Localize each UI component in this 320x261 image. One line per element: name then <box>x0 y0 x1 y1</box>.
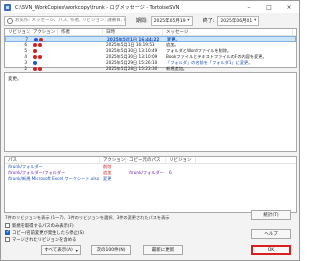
from-date-value: 2025年05月19 <box>153 18 186 24</box>
checkbox[interactable] <box>5 223 10 228</box>
maximize-button[interactable]: □ <box>259 1 279 13</box>
filter-toolbar: 期間: 2025年05月19 ▾ 終了: 2025年06月01 ▾ <box>4 15 297 26</box>
change-action-icon <box>33 43 37 47</box>
change-action-icon <box>33 49 37 53</box>
option-show-only-affected[interactable]: 新規を取得するパスのみ表示(F) <box>5 222 84 229</box>
col-copy-from[interactable]: コピー元のパス <box>126 157 166 163</box>
path-cell: /trunk/新規 Microsoft Excel ワークシート.xlsx <box>8 176 100 181</box>
option-stop-on-copy[interactable]: コピー/名前変更が発生したら停止(S) <box>5 229 84 236</box>
col-action[interactable]: アクション <box>30 29 58 35</box>
to-label: 終了: <box>202 18 215 24</box>
change-action-icon <box>39 38 43 41</box>
minimize-button[interactable]: – <box>239 1 259 13</box>
modify-action-icon <box>33 61 37 65</box>
window-controls: – □ × <box>239 1 299 13</box>
refresh-button[interactable]: 最新に更新 <box>143 245 183 255</box>
calendar-dropdown-icon: ▾ <box>187 18 190 23</box>
help-button[interactable]: ヘルプ <box>251 229 291 239</box>
copy-revision-cell <box>166 176 196 182</box>
message-pane[interactable]: 変更。 <box>4 72 297 152</box>
checkbox-checked[interactable] <box>5 229 10 235</box>
options-group: 新規を取得するパスのみ表示(F) コピー/名前変更が発生したら停止(S) マージ… <box>5 222 84 243</box>
changed-paths-list[interactable]: パス アクション コピー元のパス リビジョン /trunk/フォルダー 削除/tr… <box>4 156 297 213</box>
option-label: マージされたリビジョンを含める <box>12 237 77 243</box>
change-action-icon <box>38 67 42 71</box>
ok-button[interactable]: OK <box>251 245 291 255</box>
path-row[interactable]: /trunk/新規 Microsoft Excel ワークシート.xlsx 変更 <box>5 176 296 182</box>
col-revision[interactable]: リビジョン <box>5 29 30 35</box>
tortoisesvn-app-icon <box>4 3 11 11</box>
author-cell <box>59 37 104 41</box>
log-dialog: C:\SVN_WorkCopies\workcopy\trunk - ログメッセ… <box>0 0 300 261</box>
col-copy-revision[interactable]: リビジョン <box>166 157 196 163</box>
path-action-cell: 変更 <box>103 176 112 181</box>
to-date-value: 2025年06月01 <box>220 18 253 24</box>
search-icon <box>7 17 13 24</box>
option-label: 新規を取得するパスのみ表示(F) <box>12 223 74 229</box>
col-message[interactable]: メッセージ <box>163 29 293 35</box>
next-100-button[interactable]: 次の100件(N) <box>91 245 131 255</box>
statistics-button[interactable]: 統計(T) <box>251 210 291 220</box>
date-cell: 2025年5月1日 16:44:22 <box>107 37 160 41</box>
change-action-icon <box>38 43 42 47</box>
path-rows: /trunk/フォルダー 削除/trunk/フォルダー/フォルダー 追加/trunk… <box>5 164 296 182</box>
paths-header: パス アクション コピー元のパス リビジョン <box>5 157 296 164</box>
calendar-dropdown-icon: ▾ <box>254 18 257 23</box>
search-input[interactable] <box>15 18 125 23</box>
message-cell: 変更。 <box>167 37 180 41</box>
status-text: 7件のリビジョンを表示 (1〜7)、1件のリビジョンを選択、3件の変更されたパス… <box>5 215 170 220</box>
to-date-picker[interactable]: 2025年06月01 ▾ <box>217 15 260 26</box>
modify-action-icon <box>34 38 38 41</box>
log-message-text: 変更。 <box>8 77 22 82</box>
from-date-picker[interactable]: 2025年05月19 ▾ <box>150 15 193 26</box>
option-include-merged[interactable]: マージされたリビジョンを含める <box>5 236 84 243</box>
title-bar: C:\SVN_WorkCopies\workcopy\trunk - ログメッセ… <box>1 1 299 13</box>
checkbox[interactable] <box>5 237 10 242</box>
window-title: C:\SVN_WorkCopies\workcopy\trunk - ログメッセ… <box>15 4 180 11</box>
revision-list[interactable]: リビジョン アクション 作者 日時 メッセージ 7 2025年5月1日 16:44… <box>4 28 297 77</box>
close-button[interactable]: × <box>279 1 299 13</box>
col-author[interactable]: 作者 <box>58 29 103 35</box>
from-label: 期間: <box>136 18 148 24</box>
col-path[interactable]: パス <box>5 157 100 163</box>
change-action-icon <box>38 55 42 59</box>
copy-from-cell <box>126 176 166 182</box>
revision-list-header: リビジョン アクション 作者 日時 メッセージ <box>5 29 296 36</box>
change-action-icon <box>33 55 37 59</box>
change-action-icon <box>33 67 37 71</box>
option-label: コピー/名前変更が発生したら停止(S) <box>12 230 84 236</box>
chevron-down-icon[interactable]: ▾ <box>76 248 78 253</box>
col-path-action[interactable]: アクション <box>100 157 126 163</box>
show-all-label: すべて表示(A) <box>44 248 73 253</box>
splitter[interactable] <box>4 153 297 155</box>
show-all-button[interactable]: すべて表示(A) ▾ <box>41 245 81 255</box>
revision-number: 7 <box>25 37 28 41</box>
search-box[interactable] <box>4 15 126 26</box>
col-date[interactable]: 日時 <box>103 29 163 35</box>
action-icons <box>31 37 59 41</box>
